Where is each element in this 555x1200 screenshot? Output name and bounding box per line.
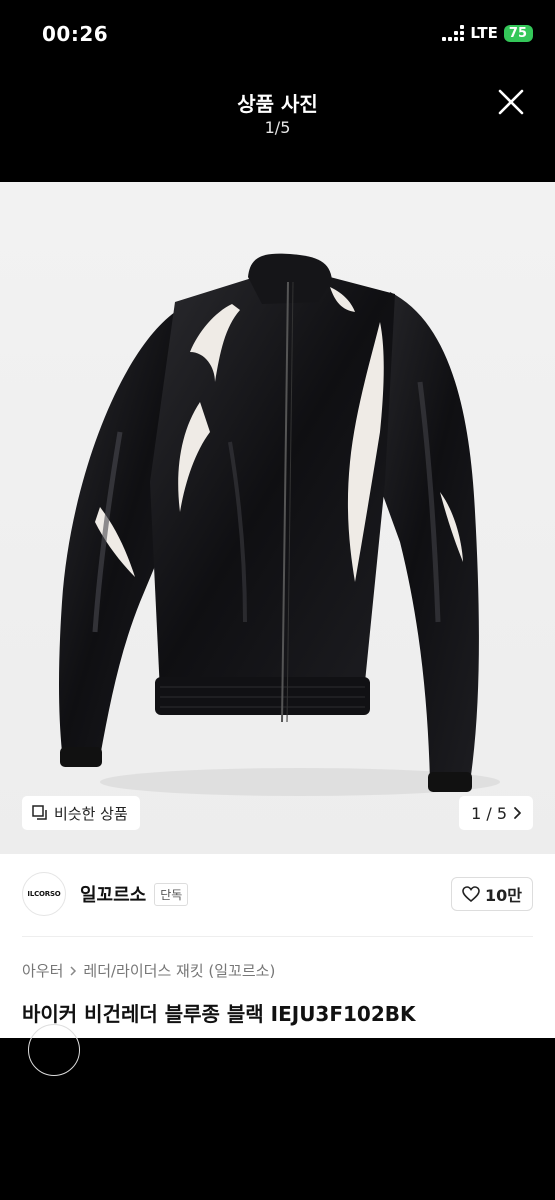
chevron-right-icon bbox=[514, 807, 521, 819]
photo-counter: 1/5 bbox=[264, 118, 291, 137]
product-info: ILCORSO 일꼬르소 단독 10만 아우터 레더/라이더스 재킷 (일꼬르소… bbox=[0, 854, 555, 1076]
seller-row: ILCORSO 일꼬르소 단독 10만 bbox=[22, 870, 533, 918]
close-button[interactable] bbox=[495, 86, 527, 118]
breadcrumb-category[interactable]: 아우터 bbox=[22, 960, 63, 981]
status-time: 00:26 bbox=[42, 22, 109, 46]
page-title: 상품 사진 bbox=[237, 92, 318, 116]
status-bar: 00:26 LTE 75 bbox=[0, 0, 555, 70]
battery-level: 75 bbox=[508, 25, 527, 41]
product-title: 바이커 비건레더 블루종 블랙 IEJU3F102BK bbox=[22, 1002, 416, 1026]
divider bbox=[22, 936, 533, 937]
signal-icon bbox=[442, 25, 465, 41]
pager-label: 1 / 5 bbox=[471, 803, 507, 823]
photo-pager-button[interactable]: 1 / 5 bbox=[459, 796, 533, 830]
network-label: LTE bbox=[470, 24, 498, 42]
battery-icon: 75 bbox=[503, 24, 533, 42]
jacket-image bbox=[59, 253, 500, 796]
seller-name[interactable]: 일꼬르소 bbox=[80, 881, 146, 907]
exclusive-badge: 단독 bbox=[154, 882, 189, 906]
avatar bbox=[28, 1024, 80, 1076]
like-button[interactable]: 10만 bbox=[451, 877, 533, 911]
seller-logo[interactable]: ILCORSO bbox=[22, 872, 66, 916]
seller-logo-text: ILCORSO bbox=[27, 890, 61, 898]
like-count: 10만 bbox=[485, 886, 522, 905]
heart-icon bbox=[462, 886, 480, 902]
status-indicators: LTE 75 bbox=[442, 24, 533, 42]
viewer-header: 상품 사진 1/5 bbox=[0, 70, 555, 182]
breadcrumb-subcategory[interactable]: 레더/라이더스 재킷 (일꼬르소) bbox=[83, 960, 275, 981]
similar-products-label: 비슷한 상품 bbox=[54, 804, 128, 823]
similar-icon bbox=[32, 805, 47, 820]
chevron-right-icon bbox=[70, 965, 77, 976]
product-photo[interactable]: 비슷한 상품 1 / 5 bbox=[0, 182, 555, 854]
close-icon bbox=[498, 89, 524, 115]
breadcrumb: 아우터 레더/라이더스 재킷 (일꼬르소) bbox=[22, 960, 275, 981]
similar-products-button[interactable]: 비슷한 상품 bbox=[22, 796, 140, 830]
